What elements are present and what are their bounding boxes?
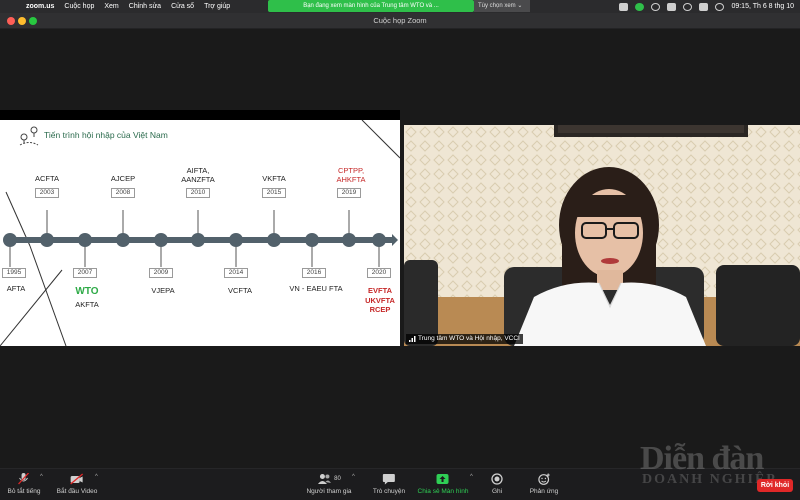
menu-window[interactable]: Cửa sổ [171,3,194,10]
event-label-wto: WTO [75,286,99,297]
clock[interactable]: 09:15, Th 6 8 thg 10 [731,3,794,10]
event-label-akfta: AKFTA [75,300,99,309]
battery-icon[interactable] [667,2,677,11]
menu-help[interactable]: Trợ giúp [204,3,230,10]
status-area: 09:15, Th 6 8 thg 10 [619,0,794,13]
participant-count: 80 [334,476,341,482]
share-screen-button[interactable]: Chia sẻ Màn hình [418,473,468,495]
start-video-button[interactable]: Bắt đầu Video [57,473,97,495]
year-box-2008: 2008 [111,188,135,198]
year-box-1995: 1995 [2,268,26,278]
record-icon [491,473,503,485]
participant-video [404,125,800,346]
view-options-button[interactable]: Tùy chọn xem ⌄ [474,0,530,12]
event-label-aifta-aanzfta: AIFTA, AANZFTA [181,166,215,184]
control-center-icon[interactable] [699,2,709,11]
screen-share-banner[interactable]: Bạn đang xem màn hình của Trung tâm WTO … [268,0,474,12]
audio-options-chevron-icon[interactable]: ^ [40,474,43,480]
year-box-2014: 2014 [224,268,248,278]
window-titlebar: Cuộc họp Zoom [0,13,800,29]
record-button[interactable]: Ghi [490,473,504,495]
menu-edit[interactable]: Chỉnh sửa [129,3,161,10]
event-label-evfta-ukvfta-rcep: EVFTA UKVFTA RCEP [365,286,395,314]
slide: Tiến trình hội nhập của Việt Nam ACFTA 2… [0,120,400,346]
wifi-icon[interactable] [683,2,693,11]
participant-name: Trung tâm WTO và Hội nhập, VCCI [418,335,520,342]
reactions-button[interactable]: Phản ứng [530,473,558,495]
menu-view[interactable]: Xem [104,3,118,10]
grammarly-icon[interactable] [635,2,645,11]
leave-meeting-button[interactable]: Rời khỏi [757,479,793,492]
meeting-toolbar: Bỏ tắt tiếng ^ Bắt đầu Video ^ 80 Người … [0,468,800,500]
participants-options-chevron-icon[interactable]: ^ [352,474,355,480]
chat-button[interactable]: Trò chuyện [373,473,405,495]
event-label-acfta: ACFTA [34,174,60,183]
event-label-vkfta: VKFTA [262,174,286,183]
zoom-status-icon[interactable] [619,2,629,11]
year-box-2020: 2020 [367,268,391,278]
participant-name-label: Trung tâm WTO và Hội nhập, VCCI [406,334,523,344]
participant-video-tile[interactable]: Trung tâm WTO và Hội nhập, VCCI [404,125,800,346]
sync-icon[interactable] [651,2,661,11]
siri-icon[interactable] [715,2,725,11]
year-box-2010: 2010 [186,188,210,198]
signal-bars-icon [409,336,416,342]
share-options-chevron-icon[interactable]: ^ [470,474,473,480]
participants-icon [317,474,331,484]
video-options-chevron-icon[interactable]: ^ [95,474,98,480]
event-label-ajcep: AJCEP [110,174,136,183]
year-box-2015: 2015 [262,188,286,198]
video-off-icon [70,473,84,485]
timeline-graphic [0,120,400,346]
menu-zoom-us[interactable]: zoom.us [26,3,54,10]
share-screen-icon [436,474,449,484]
event-label-vn-eaeu-fta: VN - EAEU FTA [289,284,343,293]
window-title: Cuộc họp Zoom [373,16,427,25]
event-label-vjepa: VJEPA [151,286,175,295]
year-box-2003: 2003 [35,188,59,198]
year-box-2007: 2007 [73,268,97,278]
menu-meeting[interactable]: Cuộc họp [64,3,94,10]
participants-button[interactable]: 80 Người tham gia [306,473,352,495]
muted-microphone-icon [18,473,30,485]
event-label-vcfta: VCFTA [227,286,253,295]
emoji-reaction-icon [538,473,550,485]
event-label-cptpp-ahkfta: CPTPP, AHKFTA [336,166,366,184]
unmute-button[interactable]: Bỏ tắt tiếng [8,473,40,495]
year-box-2019: 2019 [337,188,361,198]
year-box-2009: 2009 [149,268,173,278]
shared-screen: Tiến trình hội nhập của Việt Nam ACFTA 2… [0,110,400,346]
year-box-2016: 2016 [302,268,326,278]
event-label-afta: AFTA [6,284,26,293]
chat-bubble-icon [383,474,395,485]
